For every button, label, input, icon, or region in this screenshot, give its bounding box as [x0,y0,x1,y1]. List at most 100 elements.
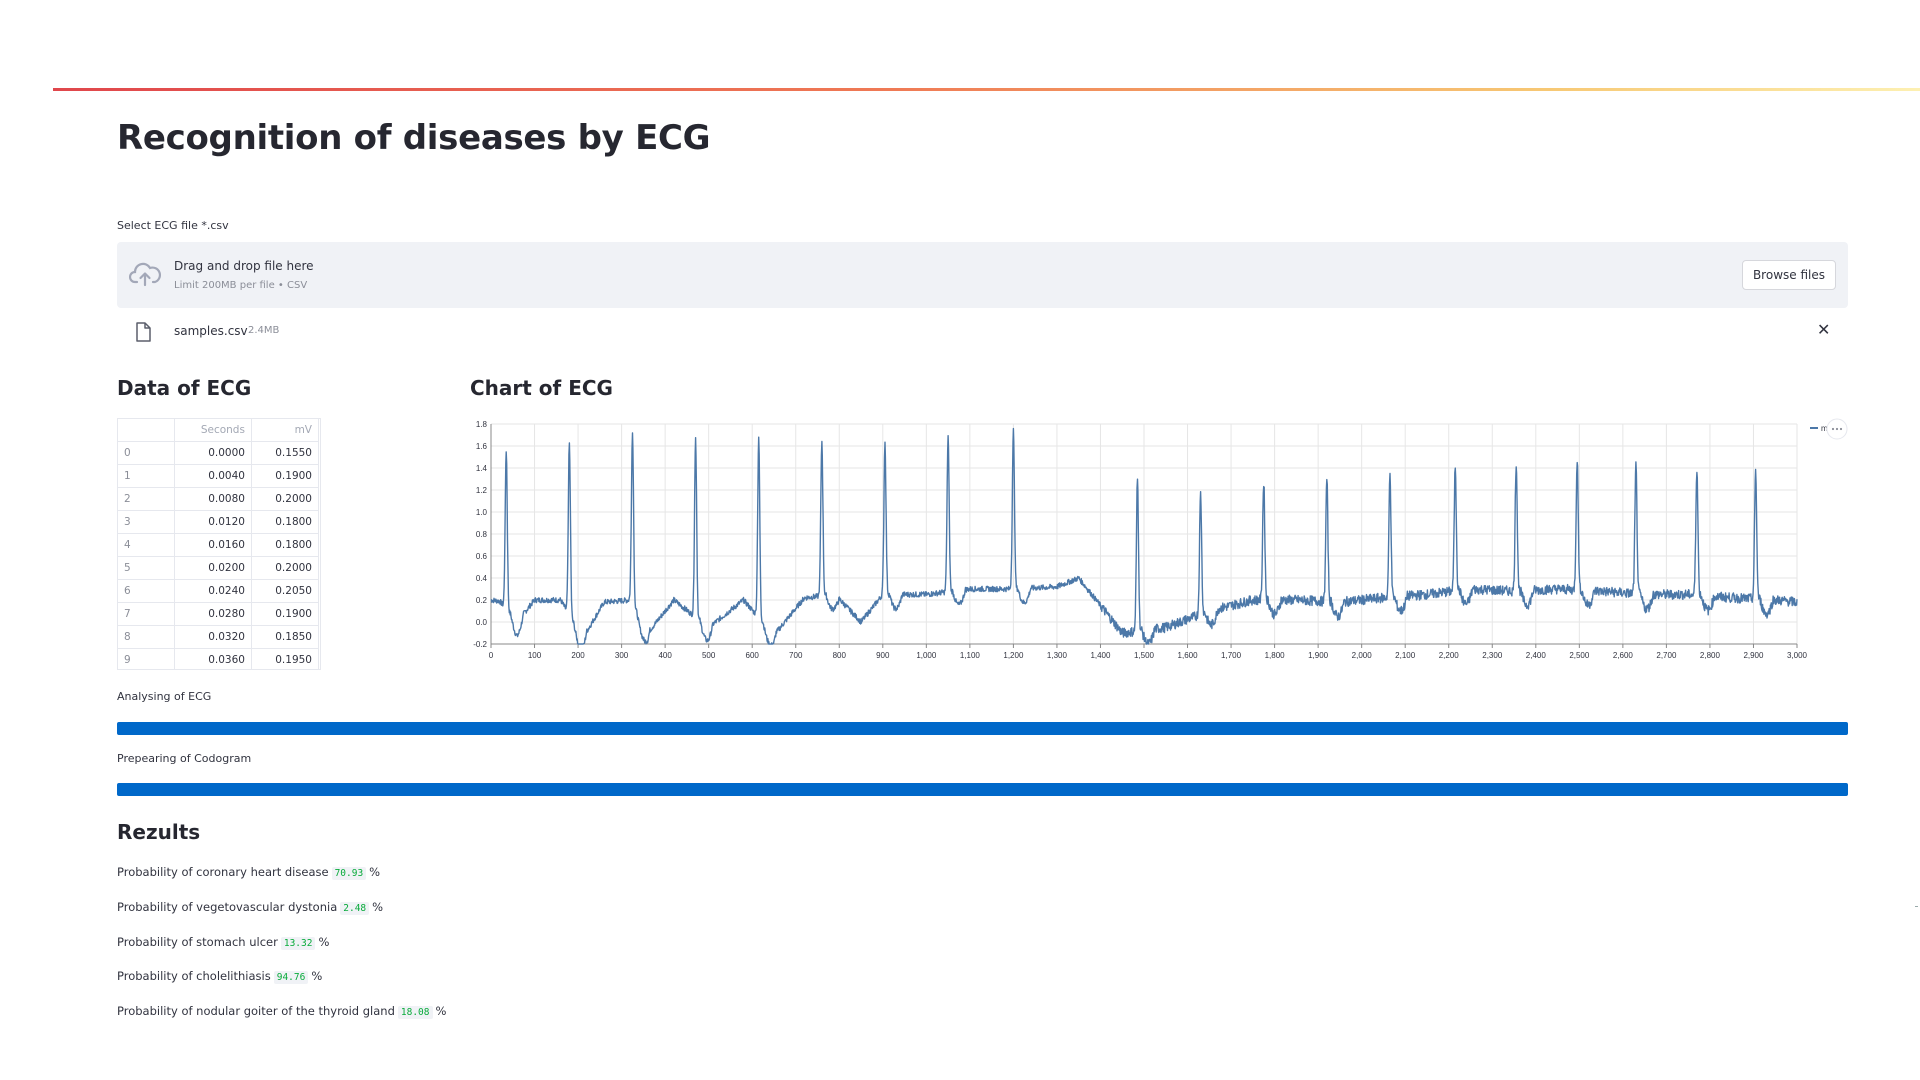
result-unit: % [372,900,384,914]
y-tick-label: -0.2 [473,640,487,649]
ecg-chart[interactable]: -0.2 0.0 0.2 0.4 0.6 0.8 1.0 1.2 1.4 1.6 1.8 0 100 20… [469,416,1849,666]
table-row[interactable]: 2 0.0080 0.2000 [118,487,320,511]
result-text: Probability of stomach ulcer [117,935,278,949]
x-tick-label: 200 [571,651,585,660]
close-icon[interactable]: ✕ [1817,320,1830,339]
x-tick-label: 1,200 [1003,651,1024,660]
page-title: Recognition of diseases by ECG [117,118,711,158]
ecg-dataframe[interactable]: Seconds mV 0 0.0000 0.1550 1 0.0040 0.1900 2 0.… [117,418,321,670]
x-tick-label: 800 [833,651,847,660]
x-tick-label: 2,700 [1656,651,1677,660]
table-cell-index: 5 [118,556,175,580]
table-cell-index: 2 [118,487,175,511]
uploader-label: Select ECG file *.csv [117,219,229,232]
file-size: 2.4MB [248,325,280,336]
table-cell-seconds: 0.0240 [174,579,252,603]
table-row[interactable]: 0 0.0000 0.1550 [118,441,320,465]
file-name: samples.csv [174,324,248,338]
more-dot [1835,427,1839,431]
table-row[interactable]: 1 0.0040 0.1900 [118,464,320,488]
x-tick-label: 2,000 [1352,651,1373,660]
table-cell-mv: 0.1550 [251,441,320,465]
result-text: Probability of nodular goiter of the thy… [117,1004,395,1018]
result-value: 2.48 [340,902,370,915]
result-unit: % [369,865,381,879]
x-tick-label: 600 [746,651,760,660]
table-cell-mv: 0.1800 [251,533,320,557]
result-text: Probability of vegetovascular dystonia [117,900,338,914]
results-title: Rezults [117,820,201,844]
result-unit: % [311,969,323,983]
result-item: Probability of coronary heart disease 70.… [117,865,381,880]
result-item: Probability of cholelithiasis 94.76% [117,969,323,984]
cloud-upload-icon [128,260,162,292]
result-item: Probability of vegetovascular dystonia 2.… [117,900,384,915]
divider [1915,906,1918,907]
result-item: Probability of nodular goiter of the thy… [117,1004,446,1019]
result-value: 94.76 [273,971,309,984]
x-tick-label: 0 [489,651,494,660]
table-cell-index: 7 [118,602,175,626]
table-cell-index: 6 [118,579,175,603]
x-tick-label: 300 [615,651,629,660]
table-cell-mv: 0.1850 [251,625,320,649]
result-item: Probability of stomach ulcer 13.32% [117,935,329,950]
table-cell-index: 1 [118,464,175,488]
x-tick-label: 2,900 [1743,651,1764,660]
more-dot [1839,427,1843,431]
x-tick-label: 1,000 [916,651,937,660]
y-tick-label: 1.6 [476,442,488,451]
progress-bar-analysing [117,722,1848,735]
table-cell-mv: 0.2050 [251,579,320,603]
table-cell-index: 0 [118,441,175,465]
table-row[interactable]: 5 0.0200 0.2000 [118,556,320,580]
x-tick-label: 2,200 [1439,651,1460,660]
result-value: 70.93 [331,867,367,880]
progress-bar-codogram [117,783,1848,796]
table-cell-mv: 0.1950 [251,648,320,669]
y-tick-label: 1.8 [476,420,488,429]
table-cell-mv: 0.1900 [251,464,320,488]
browse-files-button[interactable]: Browse files [1741,260,1836,290]
x-tick-label: 2,500 [1569,651,1590,660]
table-cell-index: 9 [118,648,175,669]
table-header-row: Seconds mV [118,419,320,442]
table-row[interactable]: 4 0.0160 0.1800 [118,533,320,557]
more-dot [1831,427,1835,431]
x-tick-label: 1,900 [1308,651,1329,660]
table-cell-seconds: 0.0040 [174,464,252,488]
table-cell-mv: 0.1800 [251,510,320,534]
result-value: 18.08 [397,1006,433,1019]
dropzone-limit-text: Limit 200MB per file • CSV [174,280,308,291]
x-tick-label: 2,300 [1482,651,1503,660]
x-tick-label: 1,700 [1221,651,1242,660]
table-cell-seconds: 0.0120 [174,510,252,534]
dropzone-title: Drag and drop file here [174,259,314,273]
table-cell-mv: 0.2000 [251,487,320,511]
table-header-mv[interactable]: mV [251,419,320,442]
x-tick-label: 700 [789,651,803,660]
table-row[interactable]: 9 0.0360 0.1950 [118,648,320,669]
result-text: Probability of coronary heart disease [117,865,329,879]
table-header-seconds[interactable]: Seconds [174,419,252,442]
table-cell-seconds: 0.0360 [174,648,252,669]
x-tick-label: 1,600 [1178,651,1199,660]
table-cell-seconds: 0.0000 [174,441,252,465]
table-cell-seconds: 0.0200 [174,556,252,580]
table-row[interactable]: 6 0.0240 0.2050 [118,579,320,603]
x-tick-label: 2,100 [1395,651,1416,660]
x-tick-label: 1,400 [1090,651,1111,660]
x-tick-label: 900 [876,651,890,660]
y-tick-label: 1.2 [476,486,488,495]
y-tick-label: 0.8 [476,530,488,539]
table-row[interactable]: 7 0.0280 0.1900 [118,602,320,626]
table-header-index[interactable] [118,419,175,442]
table-body: 0 0.0000 0.1550 1 0.0040 0.1900 2 0.0080 0.2000 3… [118,441,320,669]
x-tick-label: 1,800 [1265,651,1286,660]
file-dropzone[interactable]: Drag and drop file here Limit 200MB per … [117,242,1848,308]
table-cell-seconds: 0.0320 [174,625,252,649]
table-row[interactable]: 8 0.0320 0.1850 [118,625,320,649]
table-cell-seconds: 0.0160 [174,533,252,557]
x-tick-label: 2,400 [1526,651,1547,660]
table-row[interactable]: 3 0.0120 0.1800 [118,510,320,534]
